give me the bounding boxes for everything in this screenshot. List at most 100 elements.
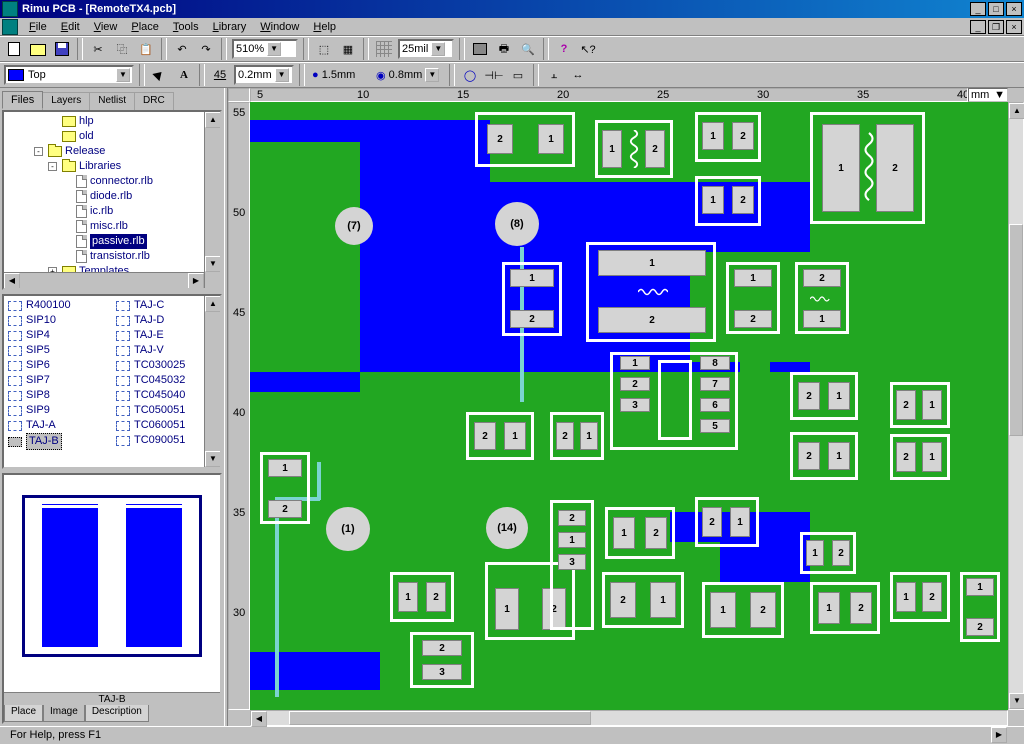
unit-combo[interactable]: mm▼ [968,88,1008,102]
scroll-up-button[interactable]: ▲ [1009,103,1024,119]
menu-help[interactable]: Help [306,20,343,34]
pad[interactable]: 1 [538,124,564,154]
pad[interactable]: 1 [504,422,526,450]
pad[interactable]: 1 [818,592,840,624]
list-item[interactable]: TC045040 [116,388,216,403]
scroll-right-button[interactable]: ▶ [991,727,1007,743]
pad[interactable]: 1 [702,186,724,214]
maximize-button[interactable]: □ [988,2,1004,16]
scroll-left-button[interactable]: ◀ [251,711,267,727]
dropdown-icon[interactable]: ▼ [994,89,1005,101]
mdi-minimize-button[interactable]: _ [970,20,986,34]
pad[interactable]: 2 [798,382,820,410]
tree-item[interactable]: connector.rlb [6,174,218,189]
pad[interactable]: 3 [620,398,650,412]
pad[interactable]: 2 [798,442,820,470]
mdi-icon[interactable] [2,19,18,35]
tree-item[interactable]: old [6,129,218,144]
component-list-panel[interactable]: R400100SIP10SIP4SIP5SIP6SIP7SIP8SIP9TAJ-… [2,294,222,469]
pad[interactable]: 2 [732,186,754,214]
mdi-restore-button[interactable]: ❐ [988,20,1004,34]
list-item[interactable]: TAJ-E [116,328,216,343]
scroll-left-button[interactable]: ◀ [4,273,20,289]
pad[interactable]: 1 [828,442,850,470]
scroll-down-button[interactable]: ▼ [205,256,221,272]
list-item[interactable]: TC050051 [116,403,216,418]
pad[interactable]: 2 [966,618,994,636]
minimize-button[interactable]: _ [970,2,986,16]
menu-place[interactable]: Place [124,20,166,34]
pad[interactable]: 2 [510,310,554,328]
list-item[interactable]: TAJ-D [116,313,216,328]
via-tool-button[interactable]: ◯ [459,64,481,86]
pad[interactable]: 1 [620,356,650,370]
preview-tab-image[interactable]: Image [43,705,85,722]
list-item[interactable]: TC090051 [116,433,216,448]
list-item[interactable]: TAJ-V [116,343,216,358]
pad[interactable]: 6 [700,398,730,412]
tree-item[interactable]: misc.rlb [6,219,218,234]
scroll-up-button[interactable]: ▲ [205,112,221,128]
cap-tool-button[interactable]: ⊣⊢ [483,64,505,86]
undo-button[interactable]: ↶ [171,38,193,60]
dropdown-icon[interactable]: ▼ [116,68,130,82]
cut-button[interactable]: ✂ [87,38,109,60]
pad[interactable]: 1 [598,250,706,276]
preview-tab-place[interactable]: Place [4,705,43,722]
scroll-thumb[interactable] [1009,224,1023,436]
zoom-combo[interactable]: 510%▼ [232,39,298,59]
menu-library[interactable]: Library [206,20,254,34]
pad[interactable]: 1 [730,507,750,537]
pad[interactable]: 1 [510,269,554,287]
select-tool-button[interactable] [149,64,171,86]
grid-button[interactable] [373,38,395,60]
tree-hscroll[interactable]: ◀ ▶ [4,272,204,288]
tree-item[interactable]: passive.rlb [6,234,218,249]
pad[interactable]: 1 [828,382,850,410]
pad[interactable]: 5 [700,419,730,433]
tree-item[interactable]: ic.rlb [6,204,218,219]
file-tree-panel[interactable]: hlpold-Release-Librariesconnector.rlbdio… [2,110,222,290]
dropdown-icon[interactable]: ▼ [425,68,439,82]
list-item[interactable]: SIP4 [8,328,108,343]
pad[interactable]: 7 [700,377,730,391]
pad[interactable]: 1 [613,517,635,549]
pad[interactable]: 1 [558,532,586,548]
via-7[interactable]: (7) [335,207,373,245]
pad[interactable]: 1 [806,540,824,566]
pad[interactable]: 1 [495,588,519,630]
pad[interactable]: 1 [398,582,418,612]
pad[interactable]: 3 [558,554,586,570]
pad[interactable]: 2 [487,124,513,154]
help-button[interactable]: ? [553,38,575,60]
dropdown-icon[interactable]: ▼ [275,68,289,82]
list-item[interactable]: SIP5 [8,343,108,358]
pad[interactable]: 2 [426,582,446,612]
pad[interactable]: 1 [966,578,994,596]
preview-tab-description[interactable]: Description [85,705,149,722]
menu-edit[interactable]: Edit [54,20,87,34]
pad[interactable]: 2 [850,592,872,624]
scroll-down-button[interactable]: ▼ [1009,693,1024,709]
tree-item[interactable]: hlp [6,114,218,129]
res-tool-button[interactable]: ▭ [507,64,529,86]
pad[interactable]: 2 [268,500,302,518]
tab-files[interactable]: Files [2,91,43,109]
pad[interactable]: 1 [734,269,772,287]
pad[interactable]: 2 [422,640,462,656]
list-item[interactable]: TC045032 [116,373,216,388]
pad[interactable]: 2 [896,442,916,472]
copy-button[interactable]: ⿻ [111,38,133,60]
menu-window[interactable]: Window [253,20,306,34]
pad[interactable]: 2 [896,390,916,420]
pad[interactable]: 2 [558,510,586,526]
pad[interactable]: 2 [750,592,776,628]
preview-button[interactable]: 🔍 [517,38,539,60]
zoom-fit-button[interactable]: ▦ [337,38,359,60]
pad[interactable]: 2 [876,124,914,212]
pad-size-1[interactable]: ● 1.5mm [310,65,370,85]
pad[interactable]: 2 [556,422,574,450]
save-button[interactable] [51,38,73,60]
pad[interactable]: 2 [922,582,942,612]
redo-button[interactable]: ↷ [195,38,217,60]
